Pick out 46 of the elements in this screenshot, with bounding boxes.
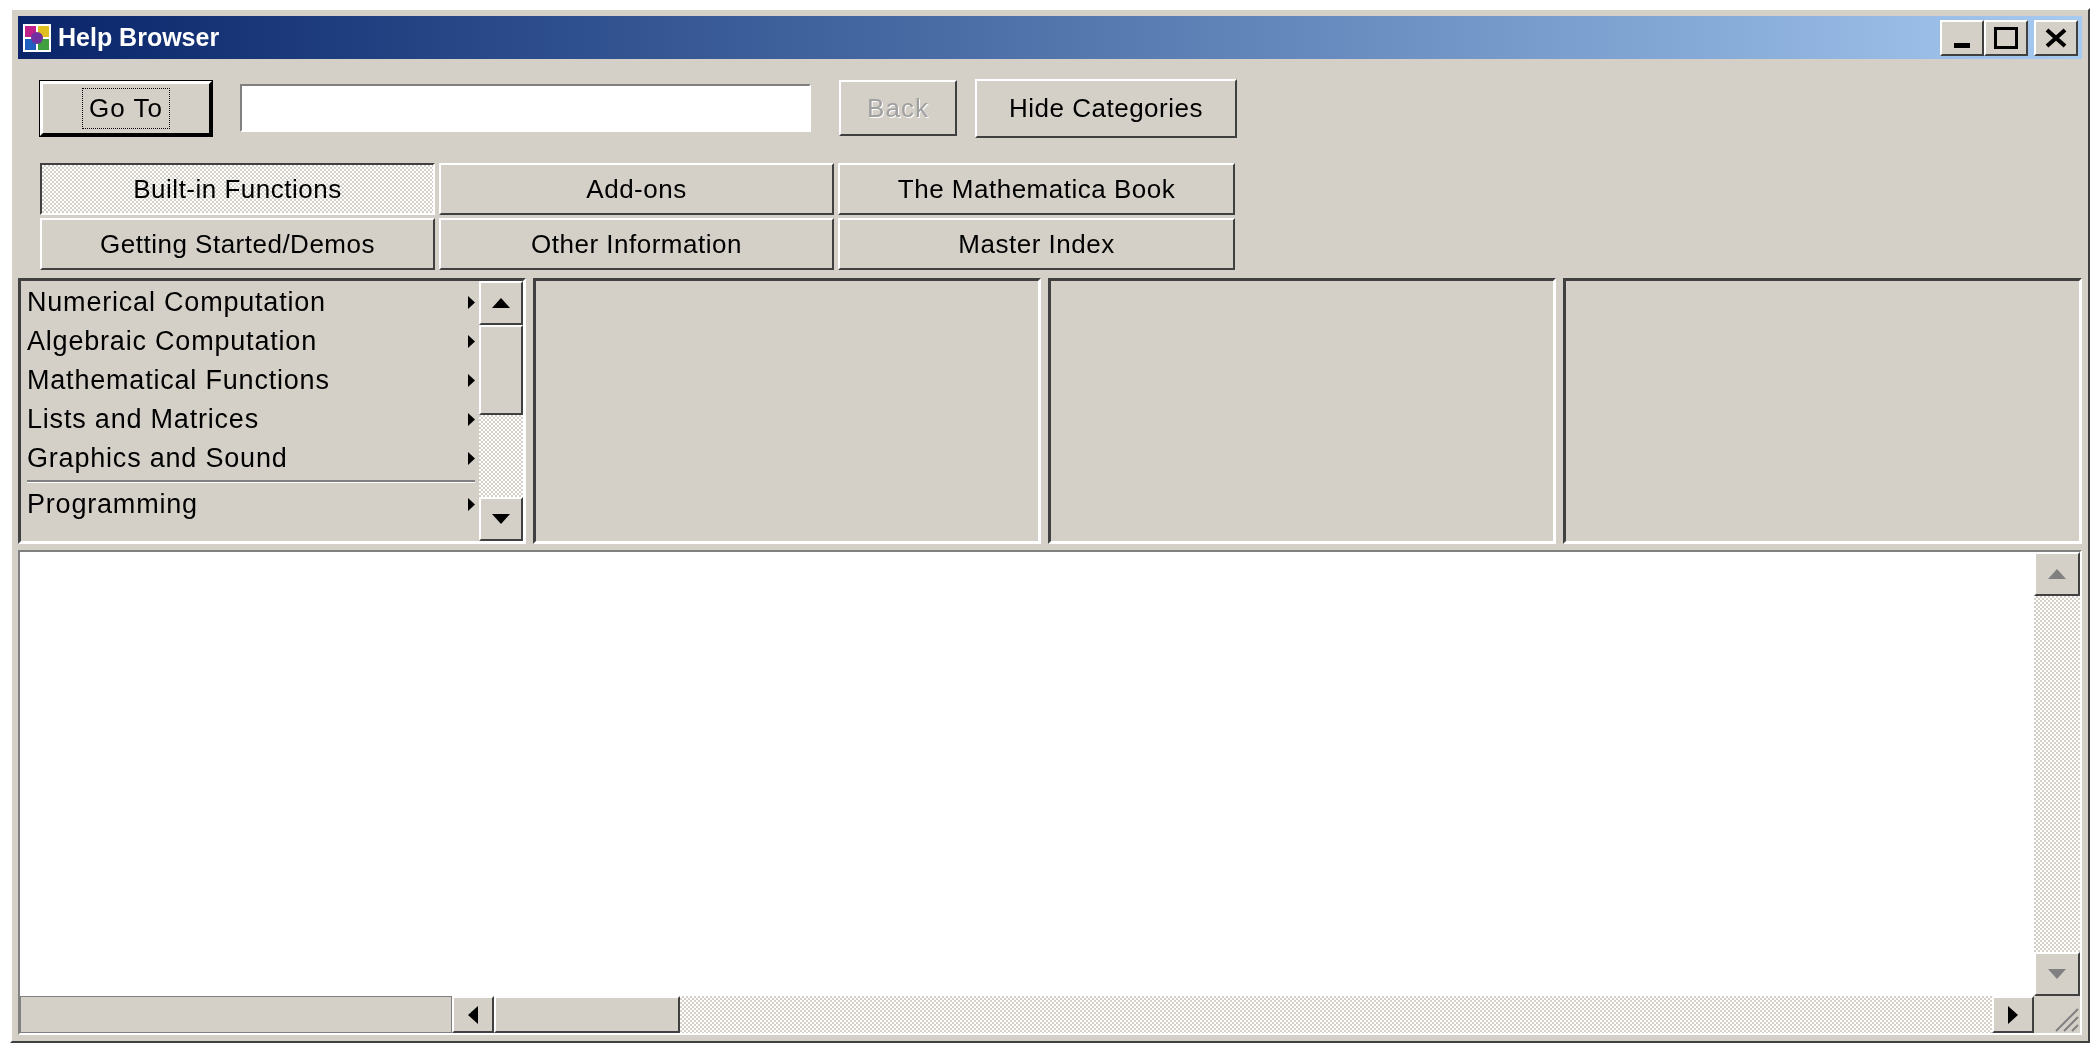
app-icon	[22, 22, 52, 53]
category-tab[interactable]: Master Index	[838, 218, 1235, 270]
category-item[interactable]: Algebraic Computation	[27, 321, 317, 362]
horizontal-scrollbar[interactable]	[452, 996, 2034, 1033]
search-field[interactable]	[240, 84, 811, 132]
vertical-scrollbar[interactable]	[2034, 552, 2080, 996]
close-icon	[2045, 27, 2067, 48]
hide-categories-button[interactable]: Hide Categories	[975, 78, 1237, 138]
maximize-icon	[1994, 26, 2018, 49]
scroll-down-button[interactable]	[2034, 952, 2080, 996]
submenu-arrow-icon	[468, 452, 475, 465]
category-item[interactable]: Graphics and Sound	[27, 438, 288, 479]
left-arrow-icon	[468, 1005, 478, 1024]
category-item[interactable]: Numerical Computation	[27, 282, 326, 323]
category-tab[interactable]: Other Information	[439, 218, 834, 270]
scroll-right-button[interactable]	[1992, 996, 2034, 1033]
scroll-up-button[interactable]	[2034, 552, 2080, 596]
up-arrow-icon	[492, 298, 510, 308]
window-title: Help Browser	[58, 21, 220, 53]
scroll-down-button[interactable]	[479, 497, 523, 541]
category-tab[interactable]: Add-ons	[439, 163, 834, 215]
scroll-thumb[interactable]	[494, 996, 680, 1033]
down-arrow-icon	[492, 514, 510, 524]
submenu-arrow-icon	[468, 498, 475, 511]
vertical-scrollbar[interactable]	[479, 281, 523, 541]
submenu-arrow-icon	[468, 335, 475, 348]
up-arrow-icon	[2048, 569, 2066, 579]
category-item[interactable]: Mathematical Functions	[27, 360, 330, 401]
minimize-button[interactable]	[1940, 19, 1984, 56]
category-tab[interactable]: The Mathematica Book	[838, 163, 1235, 215]
category-tab[interactable]: Getting Started/Demos	[40, 218, 435, 270]
go-to-button[interactable]: Go To	[40, 80, 212, 136]
minimize-icon	[1954, 42, 1970, 48]
right-arrow-icon	[2008, 1005, 2018, 1024]
maximize-button[interactable]	[1984, 19, 2028, 56]
category-item[interactable]: Lists and Matrices	[27, 399, 259, 440]
submenu-arrow-icon	[468, 413, 475, 426]
close-button[interactable]	[2034, 19, 2078, 56]
scroll-left-button[interactable]	[452, 996, 494, 1033]
category-tab[interactable]: Built-in Functions	[40, 163, 435, 215]
submenu-arrow-icon	[468, 374, 475, 387]
down-arrow-icon	[2048, 969, 2066, 979]
scroll-up-button[interactable]	[479, 281, 523, 325]
submenu-arrow-icon	[468, 296, 475, 309]
scroll-thumb[interactable]	[479, 325, 523, 415]
category-item[interactable]: Programming	[27, 484, 198, 525]
